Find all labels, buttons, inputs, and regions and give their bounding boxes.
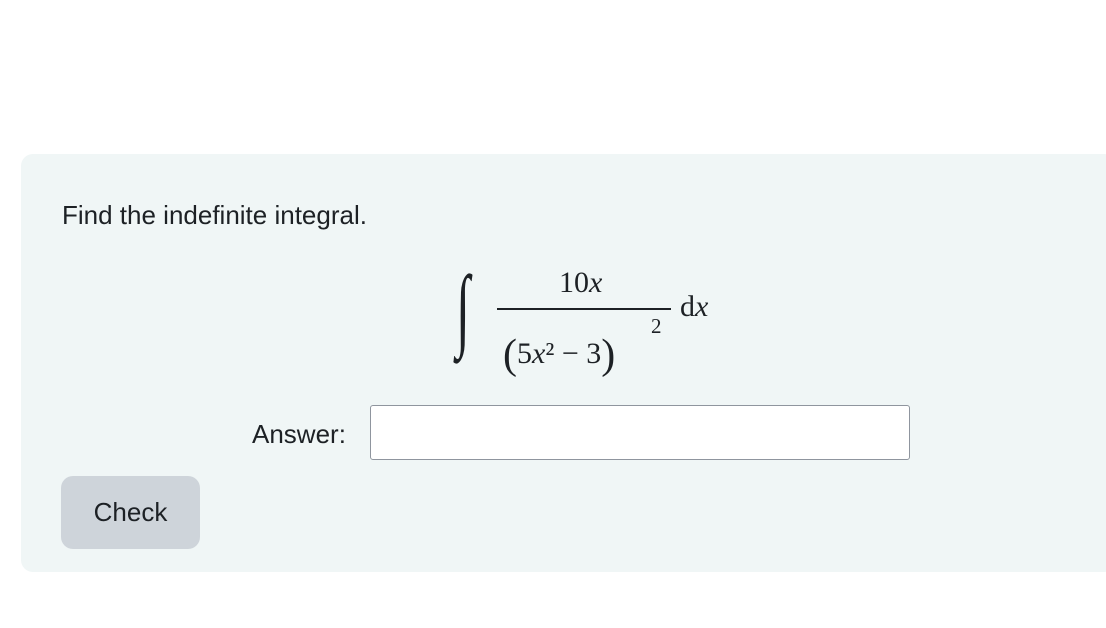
answer-label: Answer: bbox=[252, 419, 346, 449]
question-prompt: Find the indefinite integral. bbox=[62, 200, 367, 230]
answer-input[interactable] bbox=[370, 405, 910, 460]
check-button[interactable]: Check bbox=[61, 476, 200, 549]
